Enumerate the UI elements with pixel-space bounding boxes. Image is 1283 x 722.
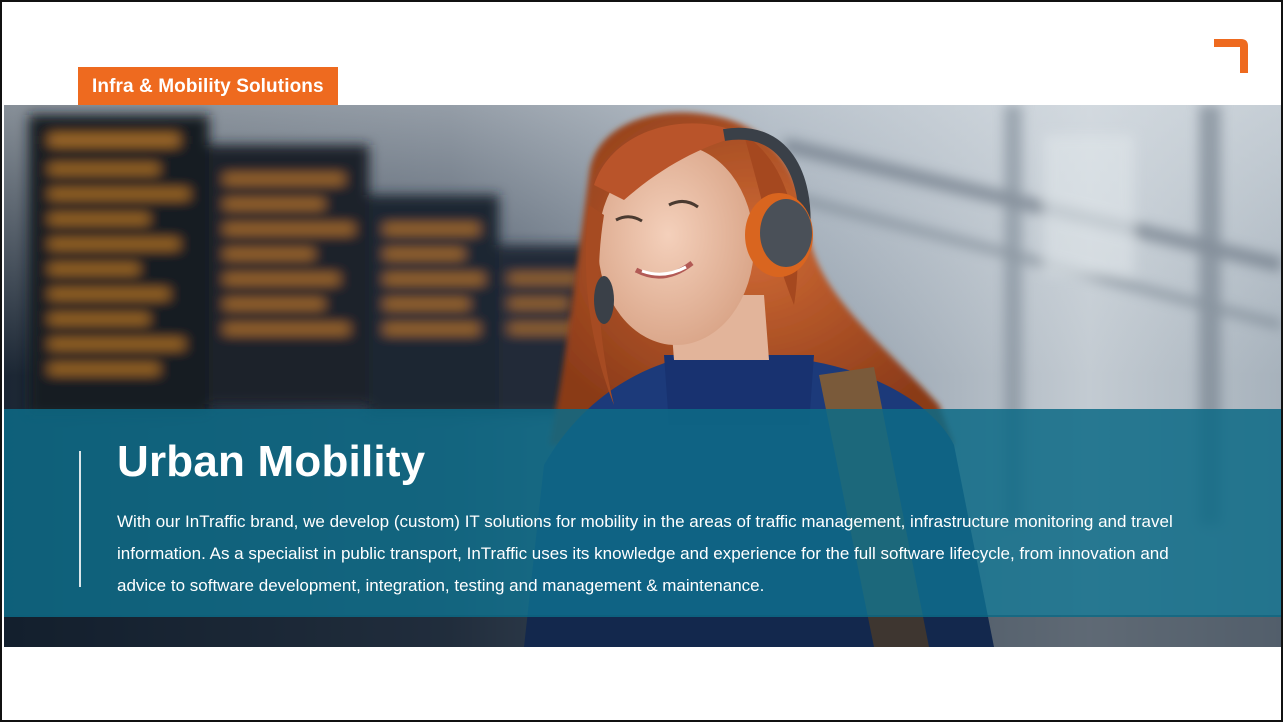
content-band: Urban Mobility With our InTraffic brand,…	[4, 409, 1281, 617]
slide: Infra & Mobility Solutions Urban Mobilit…	[0, 0, 1283, 722]
vertical-divider	[79, 451, 81, 587]
category-tag: Infra & Mobility Solutions	[78, 67, 338, 105]
corner-bracket-logo-icon	[1214, 39, 1248, 73]
description-text: With our InTraffic brand, we develop (cu…	[117, 512, 1173, 595]
page-title: Urban Mobility	[117, 437, 426, 486]
